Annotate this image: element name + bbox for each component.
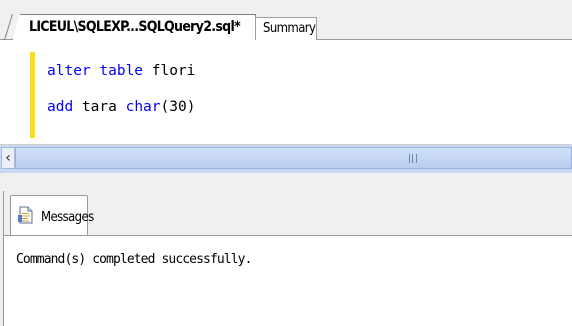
code-keyword: char (125, 99, 161, 115)
messages-output[interactable]: Command(s) completed successfully. (4, 235, 572, 326)
code-text: tara (73, 99, 126, 115)
editor-horizontal-scrollbar[interactable]: ‹ (0, 144, 572, 173)
message-text: Command(s) completed successfully. (16, 252, 252, 267)
code-text: (30) (160, 99, 196, 115)
tab-messages[interactable]: Messages (10, 195, 94, 236)
code-text: flori (143, 63, 196, 79)
results-pane: Messages Command(s) completed successful… (0, 185, 572, 326)
tab-sqlquery2[interactable]: LICEUL\SQLEXP...SQLQuery2.sql* (12, 14, 256, 41)
unsaved-change-marker (30, 52, 35, 138)
tab-sqlquery2-label: LICEUL\SQLEXP...SQLQuery2.sql* (29, 19, 241, 35)
code-line[interactable]: add tara char(30) (47, 99, 195, 115)
pane-splitter[interactable] (0, 173, 572, 185)
scroll-thumb[interactable] (15, 147, 572, 169)
chevron-left-icon: ‹ (5, 150, 11, 166)
messages-page-icon (18, 206, 33, 224)
document-tab-strip: LICEUL\SQLEXP...SQLQuery2.sql* Summary (0, 0, 572, 41)
code-keyword: add (47, 99, 74, 115)
tab-summary[interactable]: Summary (255, 17, 317, 40)
tab-messages-label: Messages (41, 210, 94, 225)
scroll-grip-icon (409, 154, 417, 163)
code-keyword: alter table (47, 63, 144, 79)
active-tab-edge (3, 14, 13, 41)
code-line[interactable]: alter table flori (47, 63, 195, 79)
tab-summary-label: Summary (263, 21, 316, 36)
scroll-left-button[interactable]: ‹ (1, 147, 15, 169)
query-editor[interactable]: alter table flori add tara char(30) (0, 40, 572, 144)
